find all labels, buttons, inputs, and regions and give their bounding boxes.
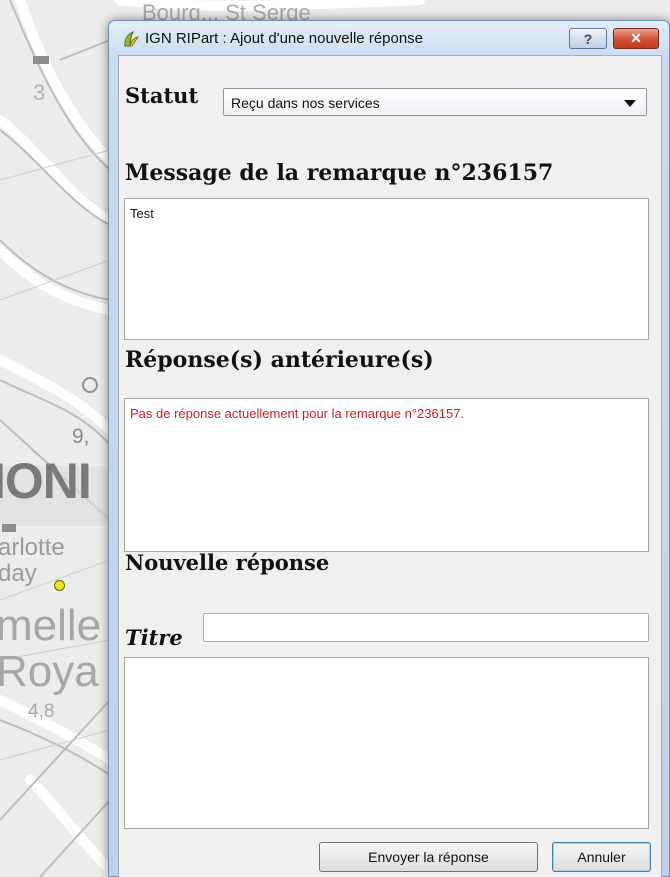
close-button[interactable]: ✕: [613, 28, 659, 49]
map-point-marker[interactable]: [54, 580, 65, 591]
help-button[interactable]: ?: [569, 28, 607, 49]
close-icon: ✕: [630, 30, 642, 46]
titre-label: Titre: [125, 625, 183, 650]
map-label: arlotte: [0, 534, 65, 561]
window-title: IGN RIPart : Ajout d'une nouvelle répons…: [145, 30, 424, 47]
message-text: Test: [130, 206, 154, 221]
previous-replies-heading: Réponse(s) antérieure(s): [125, 347, 434, 373]
map-building-marker: [33, 56, 49, 64]
map-label: melle: [0, 601, 102, 650]
statut-select-value: Reçu dans nos services: [231, 95, 380, 111]
help-icon: ?: [583, 30, 593, 47]
send-reply-button[interactable]: Envoyer la réponse: [319, 842, 538, 872]
statut-select[interactable]: Reçu dans nos services: [223, 88, 647, 116]
previous-replies-text: Pas de réponse actuellement pour la rema…: [130, 406, 465, 421]
map-label: day: [0, 560, 37, 587]
map-label: IONI: [0, 453, 92, 509]
previous-replies-textarea[interactable]: Pas de réponse actuellement pour la rema…: [124, 398, 649, 552]
dialog-content: Statut Reçu dans nos services Message de…: [118, 55, 662, 877]
message-heading: Message de la remarque n°236157: [125, 160, 554, 186]
map-building-marker: [2, 524, 16, 532]
dialog-window: IGN RIPart : Ajout d'une nouvelle répons…: [108, 20, 670, 877]
map-label: 4,8: [28, 701, 55, 722]
map-label: Roya: [0, 647, 99, 696]
message-textarea[interactable]: Test: [124, 198, 649, 340]
map-label: 3: [33, 80, 46, 105]
chevron-down-icon[interactable]: [624, 100, 636, 107]
ripart-app-icon: [124, 30, 139, 47]
titre-input[interactable]: [203, 613, 649, 642]
reply-textarea[interactable]: [124, 657, 649, 829]
cancel-button[interactable]: Annuler: [552, 842, 651, 872]
new-reply-heading: Nouvelle réponse: [125, 550, 330, 575]
statut-label: Statut: [125, 83, 199, 108]
title-bar[interactable]: IGN RIPart : Ajout d'une nouvelle répons…: [109, 21, 669, 53]
map-label: 9,: [72, 425, 90, 448]
